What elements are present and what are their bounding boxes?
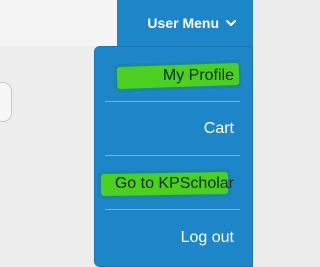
menu-item-label: My Profile [162, 67, 234, 84]
ghost-control-left [0, 82, 12, 122]
chevron-down-icon [225, 17, 237, 29]
menu-item-my-profile[interactable]: My Profile [95, 50, 252, 102]
menu-item-label: Cart [203, 120, 234, 137]
menu-item-log-out[interactable]: Log out [95, 212, 252, 264]
user-menu-dropdown: My Profile Cart Go to KPScholar Log out [94, 46, 253, 267]
menu-item-go-to-kpscholar[interactable]: Go to KPScholar [95, 158, 252, 210]
menu-item-cart[interactable]: Cart [95, 103, 252, 155]
user-menu-button[interactable]: User Menu [117, 0, 253, 46]
menu-item-label: Log out [180, 229, 234, 246]
menu-divider [105, 155, 240, 156]
user-menu-label: User Menu [147, 15, 219, 31]
menu-divider [105, 101, 240, 102]
menu-divider [105, 209, 240, 210]
menu-item-label: Go to KPScholar [114, 175, 234, 192]
page: User Menu My Profile Cart Go to KPSchola… [0, 0, 253, 267]
